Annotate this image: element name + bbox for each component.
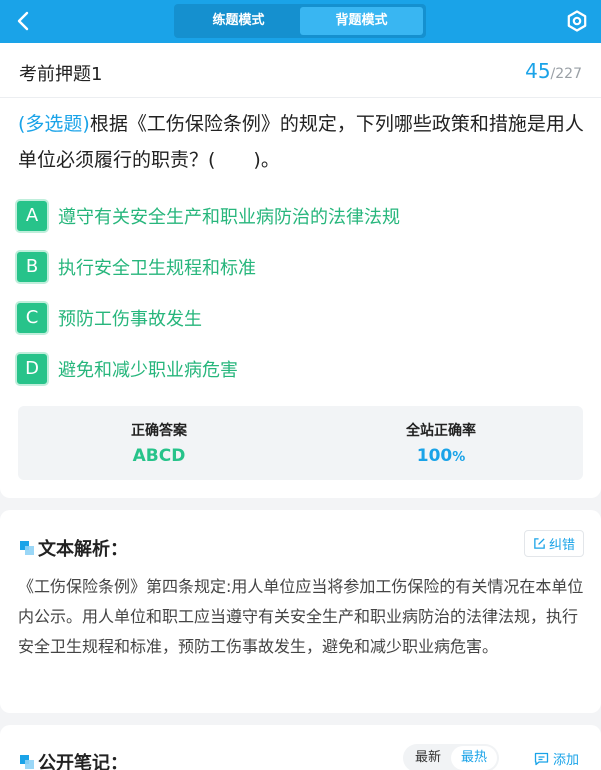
sort-latest[interactable]: 最新: [405, 746, 451, 770]
section-marker-icon: [20, 755, 34, 769]
option-a[interactable]: A 遵守有关安全生产和职业病防治的法律法规: [15, 199, 400, 233]
notes-sort-toggle: 最新 最热: [403, 744, 500, 770]
top-bar: 练题模式 背题模式: [0, 0, 601, 43]
option-letter: C: [15, 301, 49, 335]
correct-answer-label: 正确答案: [131, 423, 187, 439]
add-note-label: 添加: [552, 753, 579, 768]
correct-answer-block: 正确答案 ABCD: [18, 420, 300, 466]
back-button[interactable]: [12, 9, 36, 33]
option-letter: B: [15, 250, 49, 284]
option-text: 预防工伤事故发生: [58, 309, 202, 330]
option-text: 执行安全卫生规程和标准: [58, 258, 256, 279]
mode-toggle: 练题模式 背题模式: [174, 4, 426, 38]
option-d[interactable]: D 避免和减少职业病危害: [15, 352, 238, 386]
chevron-left-icon: [17, 11, 29, 31]
option-b[interactable]: B 执行安全卫生规程和标准: [15, 250, 256, 284]
option-text: 遵守有关安全生产和职业病防治的法律法规: [58, 207, 400, 228]
section-marker-icon: [20, 541, 34, 555]
total-question-count: /227: [550, 66, 582, 82]
notes-card: 公开笔记： 最新 最热 添加: [0, 725, 601, 770]
accuracy-rate-value: 100%: [300, 446, 582, 466]
question-header: 考前押题1 45/227: [0, 43, 601, 98]
option-text: 避免和减少职业病危害: [58, 360, 238, 381]
add-note-button[interactable]: 添加: [534, 749, 579, 768]
current-question-number: 45: [525, 59, 551, 83]
question-progress: 45/227: [525, 59, 582, 83]
question-text: 根据《工伤保险条例》的规定，下列哪些政策和措施是用人单位必须履行的职责？( )。: [18, 113, 584, 171]
edit-icon: [534, 538, 545, 549]
analysis-heading: 文本解析：: [20, 535, 128, 561]
notes-heading: 公开笔记：: [20, 749, 128, 770]
exam-title: 考前押题1: [19, 64, 103, 85]
settings-button[interactable]: [565, 9, 589, 33]
accuracy-rate-number: 100: [416, 446, 453, 466]
sort-hottest[interactable]: 最热: [451, 746, 498, 770]
gear-icon: [567, 10, 587, 32]
option-letter: A: [15, 199, 49, 233]
accuracy-rate-block: 全站正确率 100%: [300, 420, 582, 466]
question-type: (多选题): [18, 113, 90, 135]
answer-summary: 正确答案 ABCD 全站正确率 100%: [18, 406, 583, 480]
report-error-label: 纠错: [548, 538, 575, 553]
comment-icon: [534, 752, 549, 765]
analysis-title: 文本解析：: [38, 539, 128, 560]
option-letter: D: [15, 352, 49, 386]
correct-answer-value: ABCD: [132, 446, 186, 466]
notes-title: 公开笔记：: [38, 753, 128, 770]
tab-practice-mode[interactable]: 练题模式: [177, 7, 300, 35]
accuracy-rate-unit: %: [452, 450, 466, 465]
analysis-card: 文本解析： 纠错 《工伤保险条例》第四条规定:用人单位应当将参加工伤保险的有关情…: [0, 510, 601, 713]
report-error-button[interactable]: 纠错: [523, 530, 584, 557]
accuracy-rate-label: 全站正确率: [406, 423, 476, 439]
tab-memorize-mode[interactable]: 背题模式: [300, 7, 423, 35]
analysis-text: 《工伤保险条例》第四条规定:用人单位应当将参加工伤保险的有关情况在本单位内公示。…: [18, 577, 584, 656]
question-card: (多选题)根据《工伤保险条例》的规定，下列哪些政策和措施是用人单位必须履行的职责…: [0, 98, 601, 498]
option-c[interactable]: C 预防工伤事故发生: [15, 301, 202, 335]
question-stem: (多选题)根据《工伤保险条例》的规定，下列哪些政策和措施是用人单位必须履行的职责…: [18, 106, 588, 178]
